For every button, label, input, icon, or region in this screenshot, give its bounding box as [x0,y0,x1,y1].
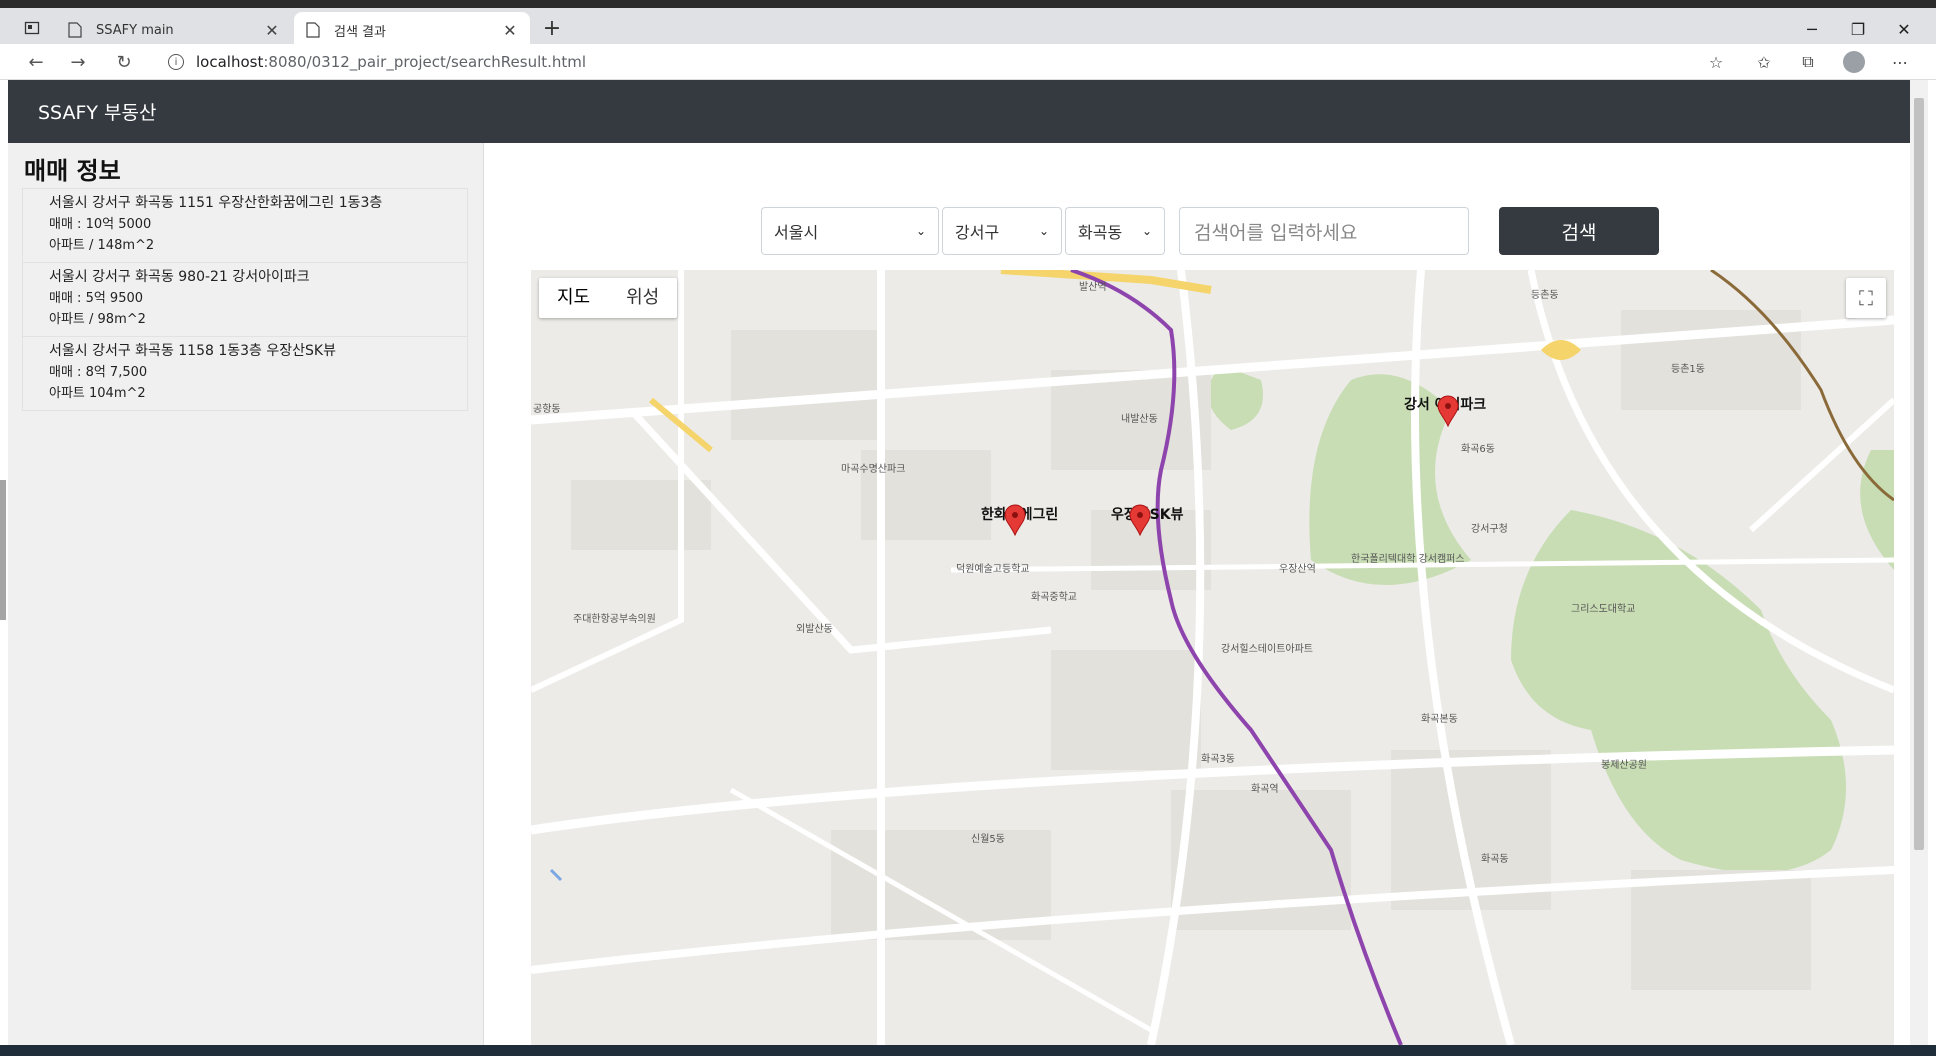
main-content: 서울시 ⌄ 강서구 ⌄ 화곡동 ⌄ 검색어를 입력하세요 검색 발산역 화곡역 … [485,143,1910,1045]
map-place-label: 외발산동 [796,624,833,635]
map-place-label: 마곡수명산파크 [841,464,906,475]
close-icon[interactable]: ✕ [502,21,518,40]
window-edge [0,480,6,620]
browser-tab-bar: SSAFY main ✕ 검색 결과 ✕ + ─ ❐ ✕ [0,0,1936,48]
map-place-label: 화곡중학교 [1031,592,1077,603]
tab-title: SSAFY main [96,22,174,38]
map-place-label: 화곡역 [1251,784,1279,795]
map-place-label: 발산역 [1079,282,1107,293]
close-icon[interactable]: ✕ [264,21,280,40]
top-navbar: SSAFY 부동산 [8,80,1910,143]
tab-title: 검색 결과 [334,24,386,40]
listing-item[interactable]: 서울시 강서구 화곡동 1158 1동3층 우장산SK뷰 매매 : 8억 7,5… [23,337,467,410]
page-icon [306,22,322,38]
map-place-label: 화곡3동 [1201,754,1235,765]
map-place-label: 강서힐스테이트아파트 [1221,644,1313,655]
scrollbar-thumb[interactable] [1914,98,1924,850]
back-icon[interactable]: ← [22,48,50,76]
address-bar[interactable]: i localhost:8080/0312_pair_project/searc… [156,46,1716,78]
tab-search-result[interactable]: 검색 결과 ✕ [294,12,530,48]
url-host: localhost [196,53,264,71]
map-marker-icon[interactable] [1004,504,1026,536]
map-place-label: 강서구청 [1471,524,1508,535]
search-form: 서울시 ⌄ 강서구 ⌄ 화곡동 ⌄ 검색어를 입력하세요 검색 [761,206,1659,256]
map-type-map-button[interactable]: 지도 [539,278,608,318]
listing-price: 매매 : 10억 5000 [49,217,152,232]
page-icon [68,22,84,38]
map-place-label: 신월5동 [971,834,1005,845]
dong-select-value: 화곡동 [1078,223,1123,242]
map-place-label: 내발산동 [1121,414,1158,425]
listing-item[interactable]: 서울시 강서구 화곡동 1151 우장산한화꿈에그린 1동3층 매매 : 10억… [23,189,467,263]
favorite-add-icon[interactable]: ☆ [1702,48,1730,76]
listing-type: 아파트 / 148m^2 [49,238,155,253]
dong-select[interactable]: 화곡동 ⌄ [1065,207,1165,255]
district-select-value: 강서구 [955,223,1000,242]
map-marker-icon[interactable] [1437,395,1459,427]
chevron-down-icon: ⌄ [1141,224,1152,238]
restore-icon[interactable]: ❐ [1836,14,1880,44]
listing-address: 서울시 강서구 화곡동 980-21 강서아이파크 [49,269,310,285]
map-place-label: 화곡본동 [1421,714,1458,725]
map-place-label: 공항동 [533,404,561,415]
map-place-label: 등촌1동 [1671,364,1705,375]
listing-item[interactable]: 서울시 강서구 화곡동 980-21 강서아이파크 매매 : 5억 9500 아… [23,263,467,337]
search-button[interactable]: 검색 [1499,207,1659,255]
minimize-icon[interactable]: ─ [1790,14,1834,44]
tab-ssafy-main[interactable]: SSAFY main ✕ [56,12,292,48]
info-icon[interactable]: i [168,54,184,70]
map-place-label: 화곡동 [1481,854,1509,865]
listing-address: 서울시 강서구 화곡동 1158 1동3층 우장산SK뷰 [49,343,336,359]
taskbar [0,1045,1936,1056]
url-path: :8080/0312_pair_project/searchResult.htm… [263,53,587,71]
page-content: SSAFY 부동산 매매 정보 서울시 강서구 화곡동 1151 우장산한화꿈에… [8,80,1910,1045]
fullscreen-icon[interactable]: ⛶ [1846,278,1886,318]
map-place-label: 우장산역 [1279,564,1316,575]
map-place-label: 등촌동 [1531,290,1559,301]
new-tab-button[interactable]: + [538,16,566,44]
map-place-label: 봉제산공원 [1601,760,1647,771]
profile-avatar[interactable] [1840,48,1868,76]
map-place-label: 주대한항공부속의원 [573,614,656,625]
map-marker-icon[interactable] [1129,504,1151,536]
listing-type: 아파트 / 98m^2 [49,312,146,327]
district-select[interactable]: 강서구 ⌄ [942,207,1062,255]
map-place-label: 화곡6동 [1461,444,1495,455]
browser-toolbar: ← → ↻ i localhost:8080/0312_pair_project… [0,44,1936,80]
sidebar-title: 매매 정보 [24,157,121,185]
tab-actions-icon[interactable] [14,12,50,44]
map-type-satellite-button[interactable]: 위성 [608,278,677,318]
sidebar: 매매 정보 서울시 강서구 화곡동 1151 우장산한화꿈에그린 1동3층 매매… [8,143,484,1045]
collections-icon[interactable]: ⧉ [1794,48,1822,76]
listing-price: 매매 : 8억 7,500 [49,365,148,380]
forward-icon[interactable]: → [64,48,92,76]
city-select-value: 서울시 [774,223,819,242]
map-base-layer [531,270,1894,1045]
more-menu-icon[interactable]: ⋯ [1886,48,1914,76]
chevron-down-icon: ⌄ [915,224,926,238]
listing-price: 매매 : 5억 9500 [49,291,144,306]
refresh-icon[interactable]: ↻ [110,48,138,76]
listing-address: 서울시 강서구 화곡동 1151 우장산한화꿈에그린 1동3층 [49,195,383,211]
search-input[interactable]: 검색어를 입력하세요 [1179,207,1469,255]
map-place-label: 그리스도대학교 [1571,604,1636,615]
favorites-icon[interactable]: ✩ [1750,48,1778,76]
listing-type: 아파트 104m^2 [49,386,146,401]
map-place-label: 덕원예술고등학교 [956,564,1030,575]
brand-logo[interactable]: SSAFY 부동산 [38,98,157,125]
chevron-down-icon: ⌄ [1038,224,1049,238]
close-window-icon[interactable]: ✕ [1882,14,1926,44]
map-place-label: 한국폴리텍대학 강서캠퍼스 [1351,554,1465,565]
map-view[interactable]: 발산역 화곡역 우장산역 강서구청 봉제산공원 그리스도대학교 덕원예술고등학교… [531,270,1894,1045]
map-type-control: 지도 위성 [539,278,678,318]
listing-list: 서울시 강서구 화곡동 1151 우장산한화꿈에그린 1동3층 매매 : 10억… [22,188,468,411]
page-scrollbar[interactable] [1910,80,1928,1045]
city-select[interactable]: 서울시 ⌄ [761,207,939,255]
